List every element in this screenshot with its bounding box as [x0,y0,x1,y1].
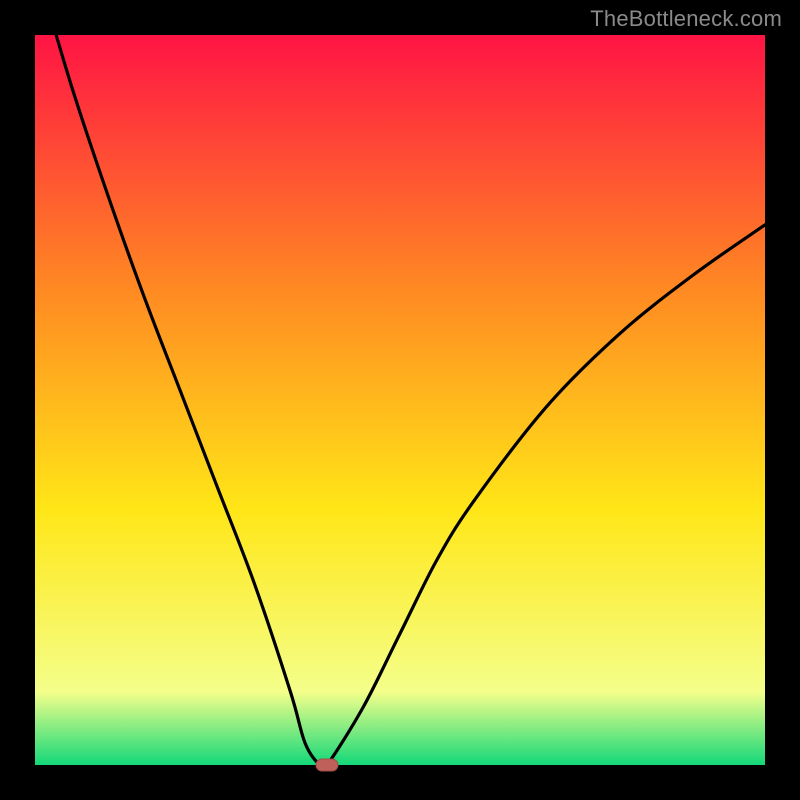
plot-background [35,35,765,765]
watermark-text: TheBottleneck.com [590,6,782,32]
bottleneck-plot [0,0,800,800]
optimal-point-marker [316,759,338,771]
